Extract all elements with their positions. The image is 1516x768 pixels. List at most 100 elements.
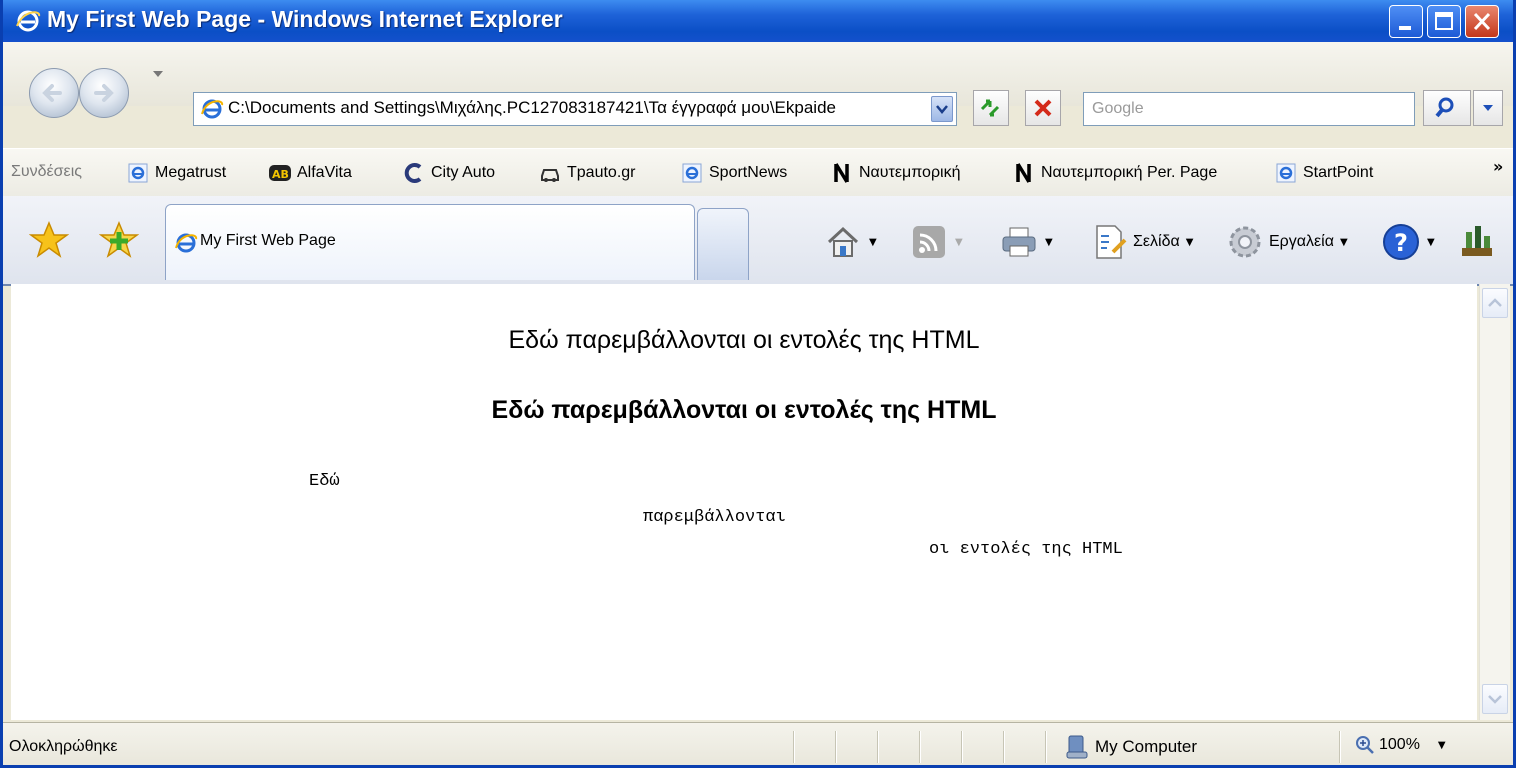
research-icon: [1462, 226, 1492, 256]
tab-my-first-web-page[interactable]: My First Web Page: [165, 204, 695, 280]
my-computer-icon: [1066, 735, 1088, 759]
zoom-icon: [1356, 736, 1374, 754]
ie-logo-icon: [16, 10, 41, 32]
ab-logo-icon: AB: [269, 165, 291, 181]
forward-button[interactable]: [79, 68, 129, 118]
status-separator: [1045, 731, 1047, 763]
heading-bold: Εδώ παρεμβάλλονται οι εντολές της HTML: [491, 396, 997, 424]
close-icon: [1473, 12, 1491, 31]
status-separator: [961, 731, 963, 763]
link-label: Megatrust: [155, 164, 227, 181]
link-label: SportNews: [709, 164, 788, 181]
chevron-down-icon: [1483, 105, 1493, 111]
ie-page-icon: [175, 233, 198, 253]
scroll-up-button[interactable]: [1482, 288, 1508, 318]
page-menu-label: Σελίδα: [1133, 233, 1180, 250]
link-startpoint[interactable]: StartPoint: [1275, 161, 1373, 185]
preformatted-text-2: παρεμβάλλονται: [643, 508, 786, 527]
chevron-down-icon: [936, 105, 948, 114]
chevron-down-icon[interactable]: ▼: [1045, 237, 1053, 248]
back-arrow-icon: [42, 84, 62, 102]
home-button[interactable]: ▼: [823, 222, 877, 262]
link-label: Tpauto.gr: [567, 164, 636, 181]
close-button[interactable]: [1465, 5, 1499, 38]
add-favorites-icon[interactable]: [99, 220, 139, 260]
heading-plain: Εδώ παρεμβάλλονται οι εντολές της HTML: [508, 326, 980, 354]
recent-pages-dropdown-icon[interactable]: [151, 68, 165, 80]
search-button[interactable]: [1423, 90, 1471, 126]
address-field[interactable]: C:\Documents and Settings\Μιχάλης.PC1270…: [193, 92, 957, 126]
address-dropdown-button[interactable]: [931, 96, 953, 122]
status-separator: [1339, 731, 1341, 763]
page-content: Εδώ παρεμβάλλονται οι εντολές της HTML Ε…: [11, 284, 1477, 720]
status-separator: [919, 731, 921, 763]
link-city-auto[interactable]: City Auto: [403, 161, 495, 185]
ie-page-icon: [128, 163, 148, 183]
refresh-button[interactable]: [973, 90, 1009, 126]
svg-text:AB: AB: [272, 168, 289, 181]
chevron-down-icon[interactable]: ▼: [1427, 237, 1435, 248]
minimize-icon: [1399, 26, 1411, 30]
zoom-control[interactable]: 100% ▼: [1355, 735, 1446, 755]
link-naftemporiki[interactable]: Ναυτεμπορική: [831, 161, 961, 185]
link-label: AlfaVita: [297, 164, 352, 181]
page-menu-button[interactable]: Σελίδα ▼: [1089, 222, 1193, 262]
address-text: C:\Documents and Settings\Μιχάλης.PC1270…: [228, 98, 836, 117]
status-separator: [793, 731, 795, 763]
back-button[interactable]: [29, 68, 79, 118]
stop-button[interactable]: [1025, 90, 1061, 126]
link-label: Ναυτεμπορική Per. Page: [1041, 164, 1218, 181]
ie-page-icon: [682, 163, 702, 183]
tools-menu-button[interactable]: Εργαλεία ▼: [1225, 222, 1348, 262]
search-icon: [1435, 97, 1454, 118]
help-icon: ?: [1383, 224, 1419, 260]
ie-page-icon: [1276, 163, 1296, 183]
vertical-scrollbar[interactable]: [1479, 284, 1510, 720]
help-button[interactable]: ? ▼: [1381, 222, 1435, 262]
chevron-down-icon[interactable]: ▼: [1438, 740, 1446, 751]
search-input[interactable]: Google: [1092, 100, 1144, 118]
link-naftemporiki-per-page[interactable]: Ναυτεμπορική Per. Page: [1013, 161, 1217, 185]
printer-icon: [1002, 227, 1036, 257]
ie-page-icon: [201, 99, 224, 119]
new-tab-button[interactable]: [697, 208, 749, 280]
link-label: Ναυτεμπορική: [859, 164, 961, 181]
search-options-button[interactable]: [1473, 90, 1503, 126]
chevron-down-icon[interactable]: ▼: [955, 237, 963, 248]
links-bar: Συνδέσεις Megatrust AB AlfaVita City Aut…: [3, 148, 1513, 198]
stop-icon: [1034, 99, 1052, 117]
title-bar[interactable]: My First Web Page - Windows Internet Exp…: [3, 0, 1513, 42]
feeds-button[interactable]: ▼: [909, 222, 963, 262]
research-button[interactable]: [1457, 222, 1497, 262]
preformatted-text-3: οι εντολές της HTML: [929, 540, 1123, 559]
scroll-down-button[interactable]: [1482, 684, 1508, 714]
links-label: Συνδέσεις: [11, 163, 82, 180]
search-box[interactable]: Google: [1083, 92, 1415, 126]
refresh-icon: [980, 99, 1000, 117]
link-label: City Auto: [431, 164, 496, 181]
chevron-down-icon[interactable]: ▼: [869, 237, 877, 248]
minimize-button[interactable]: [1389, 5, 1423, 38]
link-alfavita[interactable]: AB AlfaVita: [269, 161, 352, 185]
gear-icon: [1229, 226, 1261, 258]
links-overflow-button[interactable]: »: [1493, 157, 1503, 176]
link-tpauto[interactable]: Tpauto.gr: [539, 161, 635, 185]
tab-title: My First Web Page: [200, 232, 336, 249]
chevron-down-icon: [1488, 695, 1502, 704]
forward-arrow-icon: [94, 84, 114, 102]
tools-menu-label: Εργαλεία: [1269, 233, 1334, 250]
security-zone[interactable]: My Computer: [1065, 733, 1197, 761]
status-separator: [1003, 731, 1005, 763]
print-button[interactable]: ▼: [999, 222, 1053, 262]
chevron-down-icon[interactable]: ▼: [1340, 237, 1348, 248]
favorites-star-icon[interactable]: [29, 220, 69, 260]
link-sportnews[interactable]: SportNews: [681, 161, 787, 185]
n-logo-icon: [834, 163, 849, 183]
link-megatrust[interactable]: Megatrust: [127, 161, 226, 185]
chevron-down-icon[interactable]: ▼: [1186, 237, 1194, 248]
car-icon: [541, 169, 559, 182]
maximize-button[interactable]: [1427, 5, 1461, 38]
home-icon: [827, 226, 859, 257]
link-label: StartPoint: [1303, 164, 1374, 181]
c-logo-icon: [404, 163, 422, 183]
